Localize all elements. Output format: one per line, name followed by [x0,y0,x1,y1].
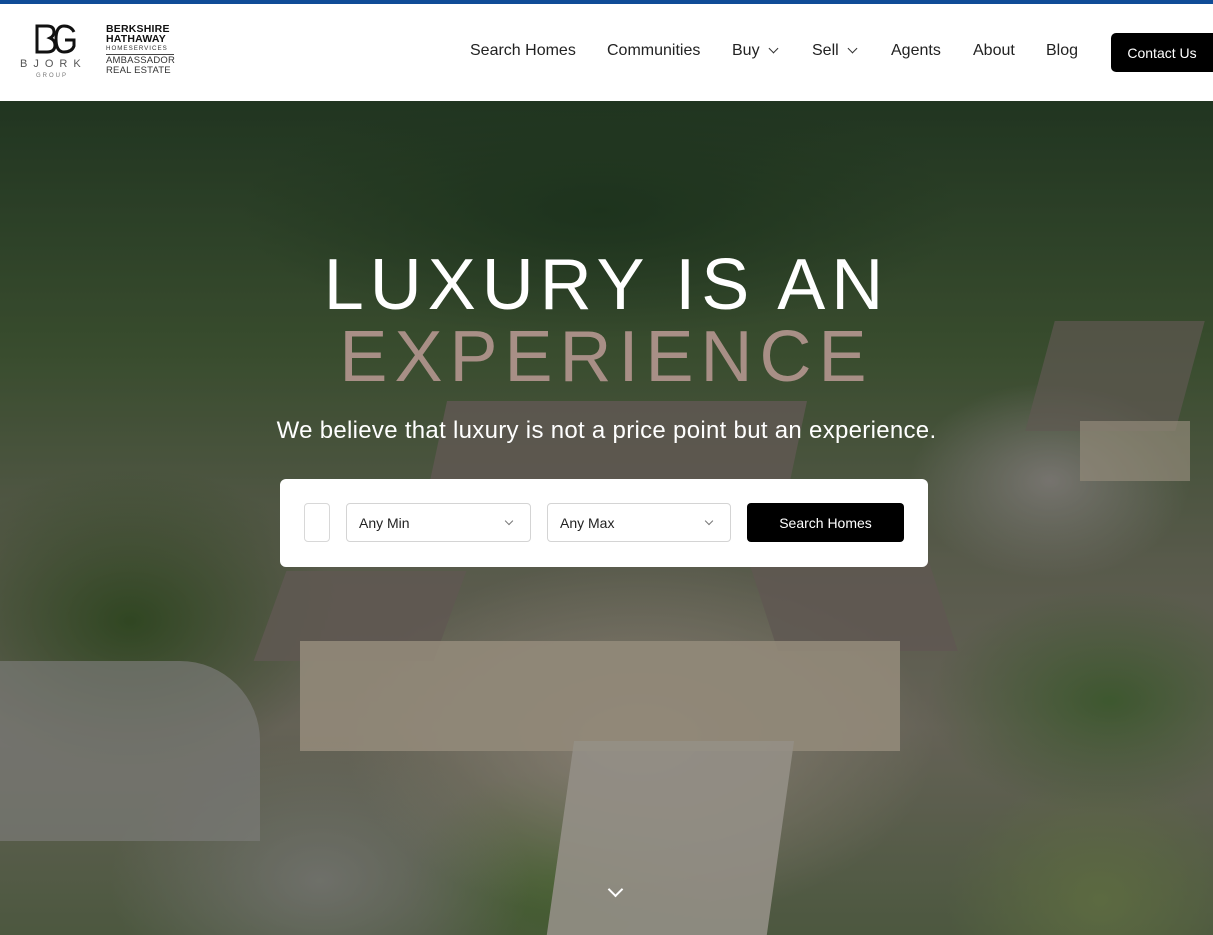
logo-divider [96,26,97,80]
nav-about-label: About [973,42,1015,59]
contact-us-button[interactable]: Contact Us [1111,33,1213,72]
nav-agents[interactable]: Agents [891,42,941,60]
home-search-form: Any Min Any Max Search Homes [280,479,928,567]
location-search-input[interactable] [304,503,330,542]
chevron-down-icon [504,516,514,526]
min-price-select[interactable]: Any Min [346,503,531,542]
group-wordmark: GROUP [36,73,69,79]
nav-sell-label: Sell [812,42,839,59]
chevron-down-icon [768,43,779,54]
hero-tagline: We believe that luxury is not a price po… [276,417,937,444]
nav-buy-label: Buy [732,42,760,59]
bg-monogram-icon [35,24,76,54]
search-homes-button[interactable]: Search Homes [747,503,904,542]
nav-buy[interactable]: Buy [732,42,779,60]
hero-section: LUXURY IS AN EXPERIENCE We believe that … [0,101,1213,935]
hero-headline-line-1: LUXURY IS AN [323,245,890,325]
bh-line-2: HATHAWAY [106,33,166,45]
bh-line-5: REAL ESTATE [106,65,171,76]
bjork-wordmark: BJORK [20,58,87,70]
chevron-down-icon [847,43,858,54]
berkshire-hathaway-logo: BERKSHIRE HATHAWAY HOMESERVICES AMBASSAD… [106,24,186,76]
nav-agents-label: Agents [891,42,941,59]
nav-blog[interactable]: Blog [1046,42,1078,60]
hero-headline-line-2: EXPERIENCE [339,317,874,397]
nav-communities-label: Communities [607,42,701,59]
min-price-value: Any Min [359,514,410,531]
nav-blog-label: Blog [1046,42,1079,59]
max-price-select[interactable]: Any Max [547,503,731,542]
nav-about[interactable]: About [973,42,1015,60]
nav-search-homes-label: Search Homes [470,42,576,59]
nav-communities[interactable]: Communities [607,42,700,60]
bh-line-3: HOMESERVICES [106,45,168,52]
brand-logo[interactable]: BJORK GROUP BERKSHIRE HATHAWAY HOMESERVI… [20,22,180,84]
nav-search-homes[interactable]: Search Homes [470,42,576,60]
chevron-down-icon [704,516,714,526]
bjork-group-logo: BJORK GROUP [20,22,90,84]
max-price-value: Any Max [560,514,615,531]
site-header: BJORK GROUP BERKSHIRE HATHAWAY HOMESERVI… [0,4,1213,101]
nav-sell[interactable]: Sell [812,42,858,60]
